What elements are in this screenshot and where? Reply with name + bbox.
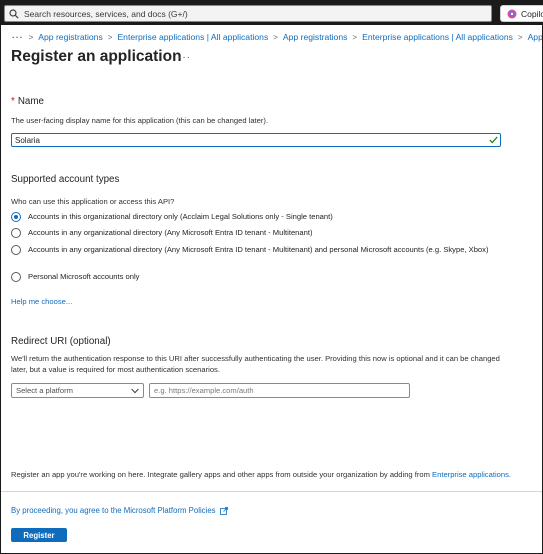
breadcrumb-overflow-button[interactable]: ··· — [12, 32, 24, 42]
account-type-label: Accounts in any organizational directory… — [28, 228, 313, 237]
breadcrumb-item[interactable]: Enterprise applications | All applicatio… — [117, 32, 268, 42]
help-me-choose-link[interactable]: Help me choose... — [11, 296, 72, 307]
platform-policies-link[interactable]: By proceeding, you agree to the Microsof… — [11, 506, 228, 515]
copilot-label: Copilot — [521, 8, 543, 19]
breadcrumb-item[interactable]: App registrations — [38, 32, 103, 42]
redirect-uri-heading: Redirect URI (optional) — [11, 336, 111, 347]
radio-button[interactable] — [11, 245, 21, 255]
enterprise-applications-link[interactable]: Enterprise applications. — [432, 470, 511, 479]
breadcrumb-item[interactable]: App registrations — [283, 32, 348, 42]
more-options-button[interactable]: ··· — [178, 52, 191, 63]
radio-button[interactable] — [11, 272, 21, 282]
name-label: * Name — [11, 96, 44, 107]
page-title: Register an application — [11, 48, 182, 65]
account-type-label: Personal Microsoft accounts only — [28, 272, 140, 281]
copilot-icon — [507, 9, 517, 18]
required-indicator: * — [11, 96, 15, 107]
account-type-label: Accounts in any organizational directory… — [28, 245, 489, 254]
chevron-down-icon — [131, 388, 139, 393]
global-search[interactable] — [4, 5, 492, 22]
account-types-question: Who can use this application or access t… — [11, 197, 175, 206]
platform-select-value: Select a platform — [16, 386, 73, 395]
top-bar: Copilot — [1, 1, 543, 25]
breadcrumb-item[interactable]: App — [528, 32, 542, 42]
radio-button[interactable] — [11, 228, 21, 238]
divider — [1, 491, 542, 492]
copilot-button[interactable]: Copilot — [500, 5, 543, 22]
register-button[interactable]: Register — [11, 528, 67, 542]
account-types-heading: Supported account types — [11, 174, 120, 185]
account-type-label: Accounts in this organizational director… — [28, 212, 333, 221]
breadcrumb-item[interactable]: Enterprise applications | All applicatio… — [362, 32, 513, 42]
footer-note: Register an app you're working on here. … — [11, 470, 511, 479]
account-type-option-single-tenant[interactable]: Accounts in this organizational director… — [11, 211, 501, 222]
account-type-option-multitenant-personal[interactable]: Accounts in any organizational directory… — [11, 244, 501, 255]
redirect-uri-input[interactable] — [149, 383, 410, 398]
name-description: The user-facing display name for this ap… — [11, 116, 269, 125]
platform-select[interactable]: Select a platform — [11, 383, 144, 398]
chevron-right-icon: > — [28, 32, 34, 42]
checkmark-icon — [489, 136, 498, 144]
breadcrumb: ··· > App registrations > Enterprise app… — [12, 31, 542, 43]
search-icon — [9, 8, 19, 19]
account-type-option-multitenant[interactable]: Accounts in any organizational directory… — [11, 227, 501, 238]
chevron-right-icon: > — [273, 32, 278, 42]
chevron-right-icon: > — [352, 32, 358, 42]
chevron-right-icon: > — [107, 32, 113, 42]
name-field[interactable] — [11, 133, 501, 147]
external-link-icon — [219, 506, 228, 515]
account-type-option-personal[interactable]: Personal Microsoft accounts only — [11, 271, 501, 282]
redirect-uri-description: We'll return the authentication response… — [11, 354, 500, 374]
radio-button-selected[interactable] — [11, 212, 21, 222]
chevron-right-icon: > — [517, 32, 523, 42]
search-input[interactable] — [24, 6, 484, 21]
